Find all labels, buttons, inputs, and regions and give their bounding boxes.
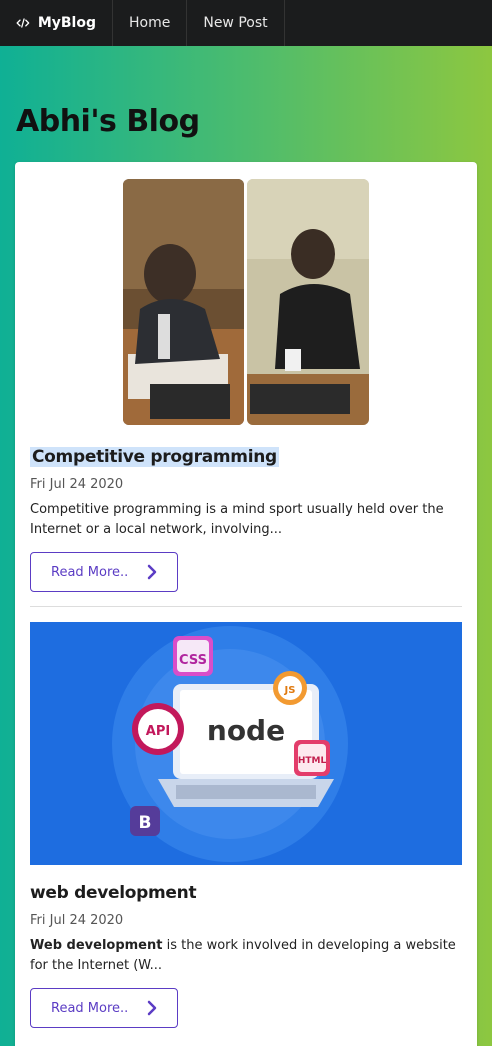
- code-icon: [16, 18, 30, 28]
- brand-link[interactable]: MyBlog: [0, 0, 113, 46]
- post-divider: [30, 606, 462, 607]
- page-title: Abhi's Blog: [16, 104, 200, 139]
- api-label: API: [146, 724, 170, 739]
- css-label: CSS: [179, 653, 207, 668]
- post-date: Fri Jul 24 2020: [30, 913, 124, 928]
- post-image[interactable]: [30, 179, 462, 425]
- node-logo-text: node: [207, 714, 285, 747]
- post-excerpt: Web development is the work involved in …: [30, 936, 462, 976]
- read-more-button[interactable]: Read More..: [30, 988, 178, 1028]
- read-more-label: Read More..: [51, 1000, 129, 1016]
- chevron-right-icon: [147, 564, 157, 580]
- post-excerpt: Competitive programming is a mind sport …: [30, 502, 444, 537]
- read-more-button[interactable]: Read More..: [30, 552, 178, 592]
- post-item: node CSS JS API HTML B web development F…: [30, 622, 462, 1028]
- brand-label: MyBlog: [37, 15, 96, 31]
- post-title[interactable]: Competitive programming: [30, 447, 279, 467]
- post-image[interactable]: node CSS JS API HTML B: [30, 622, 462, 865]
- post-item: Competitive programming Fri Jul 24 2020 …: [30, 179, 462, 592]
- read-more-label: Read More..: [51, 564, 129, 580]
- js-label: JS: [284, 685, 296, 696]
- chevron-right-icon: [147, 1000, 157, 1016]
- top-navbar: MyBlog Home New Post: [0, 0, 492, 46]
- nav-new-post[interactable]: New Post: [187, 0, 285, 46]
- html-label: HTML: [298, 756, 327, 766]
- posts-card: Competitive programming Fri Jul 24 2020 …: [15, 162, 477, 1046]
- nav-home[interactable]: Home: [113, 0, 188, 46]
- bootstrap-label: B: [139, 813, 152, 833]
- excerpt-bold: Web development: [30, 938, 163, 953]
- post-title[interactable]: web development: [30, 883, 197, 903]
- post-date: Fri Jul 24 2020: [30, 477, 124, 492]
